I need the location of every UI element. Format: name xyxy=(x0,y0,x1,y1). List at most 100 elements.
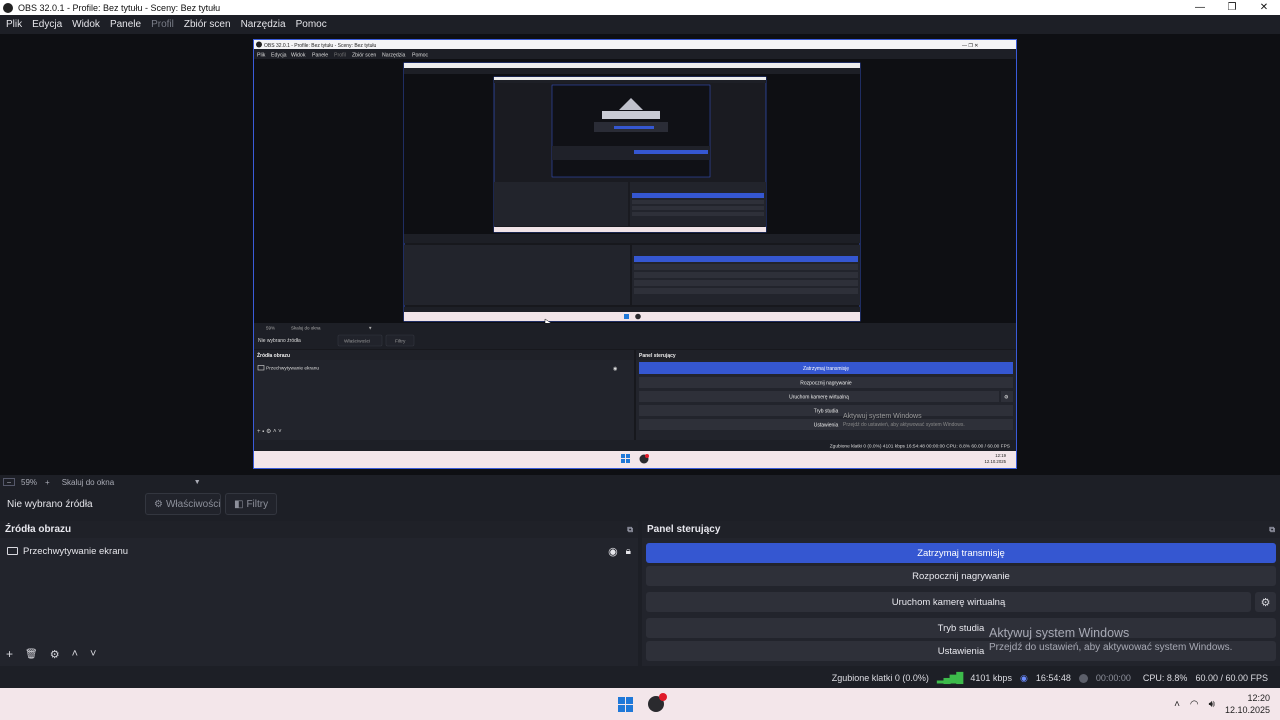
clock[interactable]: 12:20 12.10.2025 xyxy=(1225,692,1270,716)
sources-title: Źródła obrazu xyxy=(5,524,72,535)
zoom-out-button[interactable]: − xyxy=(3,478,15,487)
chevron-down-icon[interactable]: ▼ xyxy=(194,479,201,486)
zoom-in-button[interactable]: + xyxy=(45,478,50,487)
menu-docks[interactable]: Panele xyxy=(110,19,141,30)
controls-dock-header: Panel sterujący ⧉ xyxy=(642,521,1280,538)
menu-edit[interactable]: Edycja xyxy=(32,19,62,30)
watermark-line-2: Przejdź do ustawień, aby aktywować syste… xyxy=(989,642,1233,653)
close-button[interactable]: ✕ xyxy=(1248,2,1280,13)
menu-file[interactable]: Plik xyxy=(6,19,22,30)
sources-toolbar: + 🗑︎ ⚙ ˄ ˅ xyxy=(0,642,638,666)
menu-tools[interactable]: Narzędzia xyxy=(241,19,286,30)
obs-taskbar-icon[interactable] xyxy=(648,693,667,712)
chevron-down-icon[interactable]: ˅ xyxy=(90,648,96,660)
source-item[interactable]: Przechwytywanie ekranu ◉ 🔒︎ xyxy=(0,541,638,561)
add-source-icon[interactable]: + xyxy=(6,647,13,661)
taskbar: ˄ ◠ 🔊︎ 12:20 12.10.2025 xyxy=(0,688,1280,720)
record-icon xyxy=(1078,673,1088,683)
nested-start-record: Rozpocznij nagrywanie xyxy=(800,381,852,387)
nested-controls-title: Panel sterujący xyxy=(639,353,676,359)
obs-logo-icon xyxy=(3,2,13,13)
nested-no-source: Nie wybrano źródła xyxy=(258,338,301,344)
nested-menu-file: Plik xyxy=(257,53,266,59)
nested-sources-title: Źródła obrazu xyxy=(257,351,290,359)
menu-help[interactable]: Pomoc xyxy=(296,19,327,30)
nested-stop-stream: Zatrzymaj transmisję xyxy=(803,366,849,372)
nested-studio-mode: Tryb studia xyxy=(814,409,839,415)
controls-title: Panel sterujący xyxy=(647,524,721,535)
stream-time: 16:54:48 xyxy=(1035,673,1071,683)
watermark-line-1: Aktywuj system Windows xyxy=(989,626,1130,640)
clock-date: 12.10.2025 xyxy=(1224,705,1270,715)
gear-icon: ⚙ xyxy=(154,498,163,510)
status-bar: Zgubione klatki 0 (0.0%) ▂▄▆█ 4101 kbps … xyxy=(0,668,1280,688)
nested-properties: Właściwości xyxy=(344,339,370,345)
wifi-icon[interactable]: ◠ xyxy=(1190,699,1199,710)
nested-menu-help: Pomoc xyxy=(412,53,429,59)
no-source-label: Nie wybrano źródła xyxy=(7,498,93,510)
bitrate: 4101 kbps xyxy=(970,673,1012,683)
svg-text:⚙: ⚙ xyxy=(1004,395,1009,401)
nested-status: Zgubione klatki 0 (0.0%) 4101 kbps 16:54… xyxy=(830,444,1010,450)
zoom-bar: − 59% + Skaluj do okna ▼ xyxy=(0,475,1280,489)
undock-icon[interactable]: ⧉ xyxy=(1269,525,1275,535)
source-item-name: Przechwytywanie ekranu xyxy=(23,545,129,557)
filters-icon: ◧ xyxy=(234,498,244,510)
undock-icon[interactable]: ⧉ xyxy=(627,525,633,535)
minimize-button[interactable]: — xyxy=(1184,2,1216,13)
maximize-button[interactable]: ❐ xyxy=(1216,2,1248,13)
nested-watermark-2: Przejdź do ustawień, aby aktywować syste… xyxy=(843,422,965,428)
clock-time: 12:20 xyxy=(1247,693,1270,703)
window-titlebar: OBS 32.0.1 - Profile: Bez tytułu - Sceny… xyxy=(0,0,1280,15)
filters-button[interactable]: ◧ Filtry xyxy=(225,493,277,515)
nested-menu-profile: Profil xyxy=(334,53,346,59)
filters-label: Filtry xyxy=(246,498,269,510)
stream-icon: ◉ xyxy=(1019,672,1028,683)
nested-menu-edit: Edycja xyxy=(271,53,287,59)
volume-icon[interactable]: 🔊︎ xyxy=(1209,699,1215,710)
signal-bars-icon: ▂▄▆█ xyxy=(936,672,964,684)
nested-menu-tools: Narzędzia xyxy=(382,53,405,59)
start-recording-button[interactable]: Rozpocznij nagrywanie xyxy=(646,566,1276,586)
gear-icon[interactable]: ⚙ xyxy=(50,648,60,661)
dropped-frames: Zgubione klatki 0 (0.0%) xyxy=(831,673,929,683)
nested-scale-mode: Skaluj do okna xyxy=(291,326,321,331)
nested-menu-scenes: Zbiór scen xyxy=(352,53,376,59)
properties-bar: Nie wybrano źródła ⚙ Właściwości ◧ Filtr… xyxy=(0,489,1280,519)
zoom-percent: 59% xyxy=(21,477,38,487)
virtual-camera-settings-button[interactable]: ⚙ xyxy=(1255,592,1276,612)
lock-icon[interactable]: 🔒︎ xyxy=(626,546,631,557)
nested-virtual-cam: Uruchom kamerę wirtualną xyxy=(789,395,849,401)
gear-icon: ⚙ xyxy=(1260,596,1271,609)
chevron-up-icon[interactable]: ˄ xyxy=(72,648,78,660)
sources-dock: Źródła obrazu ⧉ Przechwytywanie ekranu ◉… xyxy=(0,521,638,666)
menu-bar: Plik Edycja Widok Panele Profil Zbiór sc… xyxy=(0,15,1280,34)
windows-start-icon[interactable] xyxy=(618,697,633,712)
menu-view[interactable]: Widok xyxy=(72,19,100,30)
nested-source-item: Przechwytywanie ekranu xyxy=(266,366,319,372)
virtual-camera-button[interactable]: Uruchom kamerę wirtualną xyxy=(646,592,1251,612)
properties-label: Właściwości xyxy=(165,498,221,510)
nested-date: 12.10.2025 xyxy=(984,459,1006,464)
properties-button[interactable]: ⚙ Właściwości xyxy=(145,493,221,515)
svg-text:▼: ▼ xyxy=(368,326,372,331)
chevron-up-icon[interactable]: ˄ xyxy=(1174,699,1180,710)
nested-time: 12:19 xyxy=(995,453,1006,458)
nested-menu-view: Widok xyxy=(291,53,306,59)
svg-text:— ❐ ✕: — ❐ ✕ xyxy=(962,43,978,49)
nested-menu-docks: Panele xyxy=(312,53,328,59)
cpu-usage: CPU: 8.8% xyxy=(1142,673,1188,683)
window-title: OBS 32.0.1 - Profile: Bez tytułu - Sceny… xyxy=(18,2,221,13)
stop-stream-button[interactable]: Zatrzymaj transmisję xyxy=(646,543,1276,563)
svg-text:◉: ◉ xyxy=(613,366,618,372)
record-time: 00:00:00 xyxy=(1095,673,1131,683)
menu-scene-collection[interactable]: Zbiór scen xyxy=(184,19,231,30)
scale-mode-select[interactable]: Skaluj do okna xyxy=(62,478,194,487)
menu-profile[interactable]: Profil xyxy=(151,19,174,30)
activation-watermark: Aktywuj system Windows Przejdź do ustawi… xyxy=(989,626,1232,653)
system-tray: ˄ ◠ 🔊︎ 12:20 12.10.2025 xyxy=(1174,691,1270,717)
monitor-icon xyxy=(7,547,18,555)
preview-canvas[interactable]: OBS 32.0.1 - Profile: Bez tytułu - Sceny… xyxy=(253,39,1017,469)
trash-icon[interactable]: 🗑︎ xyxy=(25,649,38,660)
eye-icon[interactable]: ◉ xyxy=(608,545,618,558)
